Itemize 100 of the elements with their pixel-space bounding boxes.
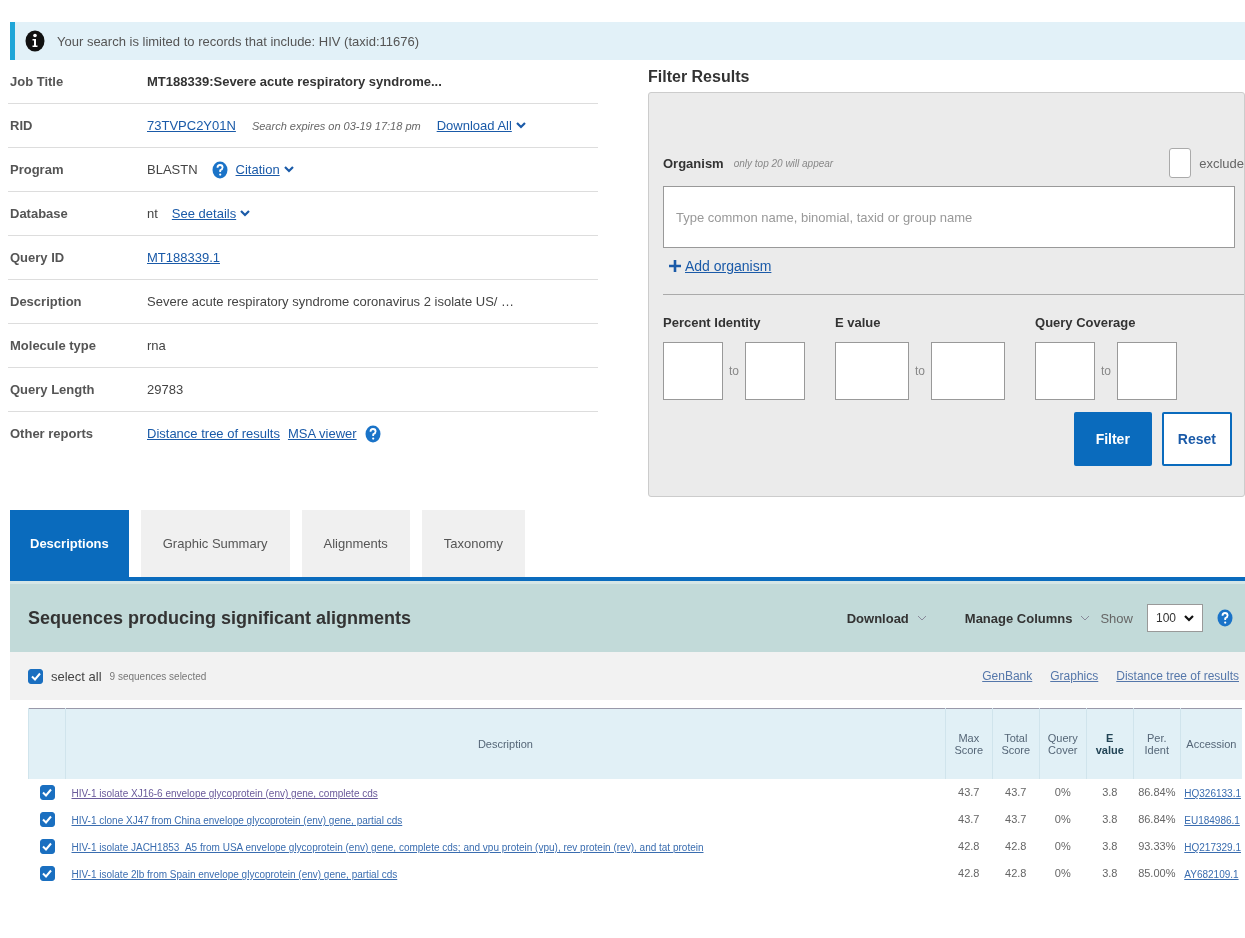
show-label: Show [1100, 610, 1133, 626]
link[interactable]: EU184986.1 [1184, 815, 1240, 826]
field-label: Query Length [9, 382, 96, 397]
caret-icon [916, 614, 927, 622]
table-cell-text: 3.8 [1101, 839, 1119, 854]
table-cell-text: 0% [1053, 866, 1072, 881]
table-cell: 86.84% [1133, 778, 1181, 806]
input-field[interactable] [931, 342, 1006, 400]
link[interactable]: HQ217329.1 [1184, 842, 1241, 853]
check-icon [30, 671, 41, 681]
column-header[interactable]: Accession [1180, 708, 1242, 779]
checkbox[interactable] [39, 812, 55, 827]
field-label: E value [835, 315, 882, 330]
link[interactable]: MSA viewer [287, 426, 357, 441]
link[interactable]: Distance tree of results [147, 426, 280, 441]
manage-columns-menu[interactable]: Manage Columns [964, 610, 1091, 626]
input-field[interactable] [1035, 342, 1096, 400]
filter-button[interactable]: Filter [1073, 412, 1152, 466]
table-cell-text: 42.8 [1004, 866, 1028, 881]
range-separator: to [915, 364, 926, 378]
input-field[interactable] [1117, 342, 1178, 400]
link[interactable]: Distance tree of results [1116, 669, 1239, 683]
field-value: Search expires on 03-19 17:18 pm [251, 119, 421, 132]
field-value: rna [147, 338, 166, 353]
page-size-select[interactable]: 100 [1146, 604, 1203, 632]
check-icon [42, 869, 52, 878]
link[interactable]: HIV-1 isolate 2lb from Spain envelope glycoprotein (env) gene, partial cds [71, 869, 398, 880]
column-header[interactable]: E value [1086, 708, 1134, 779]
check-icon [42, 788, 52, 797]
field-label: Molecule type [9, 338, 97, 353]
help-icon [1217, 609, 1233, 627]
field-value: MT188339:Severe acute respiratory syndrome... [147, 74, 442, 89]
link[interactable]: Download All [436, 118, 512, 133]
table-cell-text: 85.00% [1137, 866, 1177, 881]
section-title: Filter Results [648, 68, 751, 86]
input-field[interactable]: Type common name, binomial, taxid or group name [663, 186, 1235, 248]
plus-icon [669, 260, 681, 272]
tab[interactable]: Taxonomy [421, 510, 526, 577]
field-label: Database [9, 206, 69, 221]
checkbox[interactable] [39, 839, 55, 854]
link[interactable]: HQ326133.1 [1184, 788, 1241, 799]
table-cell-text: 43.7 [1004, 812, 1028, 827]
column-header[interactable]: Query Cover [1039, 708, 1087, 779]
link[interactable]: GenBank [982, 669, 1033, 683]
column-header[interactable]: Per. Ident [1133, 708, 1181, 779]
column-header[interactable]: Max Score [945, 708, 993, 779]
info-icon [25, 30, 45, 52]
checkbox[interactable] [1169, 148, 1192, 178]
field-label: Organism [663, 155, 724, 171]
table-cell-text: 3.8 [1101, 866, 1119, 881]
link[interactable]: Graphics [1050, 669, 1099, 683]
checkbox-label: exclude [1199, 155, 1244, 171]
section-title: Sequences producing significant alignments [28, 607, 412, 629]
field-label: Query ID [9, 250, 66, 265]
field-label: Percent Identity [663, 315, 762, 330]
table-cell: 0% [1039, 778, 1087, 806]
checkbox[interactable] [28, 668, 43, 684]
table-cell-text: 42.8 [1004, 839, 1028, 854]
table-cell-text: 93.33% [1137, 839, 1177, 854]
selection-count: 9 sequences selected [109, 670, 207, 682]
field-label: Job Title [9, 74, 65, 89]
help-icon [211, 160, 228, 179]
table-cell-text: 3.8 [1101, 812, 1119, 827]
tab[interactable]: Alignments [301, 510, 410, 577]
field-label: RID [9, 118, 34, 133]
notice-text: Your search is limited to records that include: HIV (taxid:11676) [57, 33, 419, 49]
table-cell: 43.7 [992, 778, 1040, 806]
range-separator: to [729, 364, 739, 378]
field-label: Description [9, 294, 83, 309]
range-separator: to [1101, 364, 1112, 378]
input-field[interactable] [663, 342, 723, 400]
link[interactable]: Citation [235, 162, 280, 177]
table-cell-text: 0% [1053, 839, 1072, 854]
input-field[interactable] [745, 342, 805, 400]
caret-icon [1184, 614, 1194, 622]
table-cell-text: 43.7 [957, 812, 981, 827]
checkbox[interactable] [39, 785, 55, 800]
field-value: Severe acute respiratory syndrome coronavirus 2 isolate US/ … [147, 294, 515, 309]
table-cell-text: 42.8 [957, 866, 981, 881]
link[interactable]: See details [171, 206, 237, 221]
caret-icon [1080, 614, 1091, 622]
link[interactable]: HIV-1 clone XJ47 from China envelope glycoprotein (env) gene, partial cds [71, 815, 403, 826]
link[interactable]: HIV-1 isolate XJ16-6 envelope glycoprotein (env) gene, complete cds [71, 788, 378, 799]
reset-button[interactable]: Reset [1161, 412, 1232, 466]
link[interactable]: Add organism [685, 258, 772, 274]
link[interactable]: 73TVPC2Y01N [147, 118, 236, 133]
checkbox[interactable] [39, 866, 55, 881]
column-header[interactable]: Total Score [992, 708, 1040, 779]
table-cell-text: 42.8 [957, 839, 981, 854]
help-icon [364, 424, 381, 443]
input-field[interactable] [835, 342, 909, 400]
tab[interactable]: Graphic Summary [140, 510, 290, 577]
table-cell: 43.7 [945, 778, 993, 806]
link[interactable]: HIV-1 isolate JACH1853_A5 from USA envelope glycoprotein (env) gene, complete cds; and vpu protein (vpu), rev protein (rev), and tat protein [71, 842, 704, 853]
column-header[interactable]: Description [65, 708, 946, 779]
tab[interactable]: Descriptions [10, 510, 129, 577]
download-menu[interactable]: Download [846, 610, 927, 626]
link[interactable]: MT188339.1 [147, 250, 220, 265]
field-label: Query Coverage [1035, 315, 1137, 330]
link[interactable]: AY682109.1 [1184, 869, 1239, 880]
